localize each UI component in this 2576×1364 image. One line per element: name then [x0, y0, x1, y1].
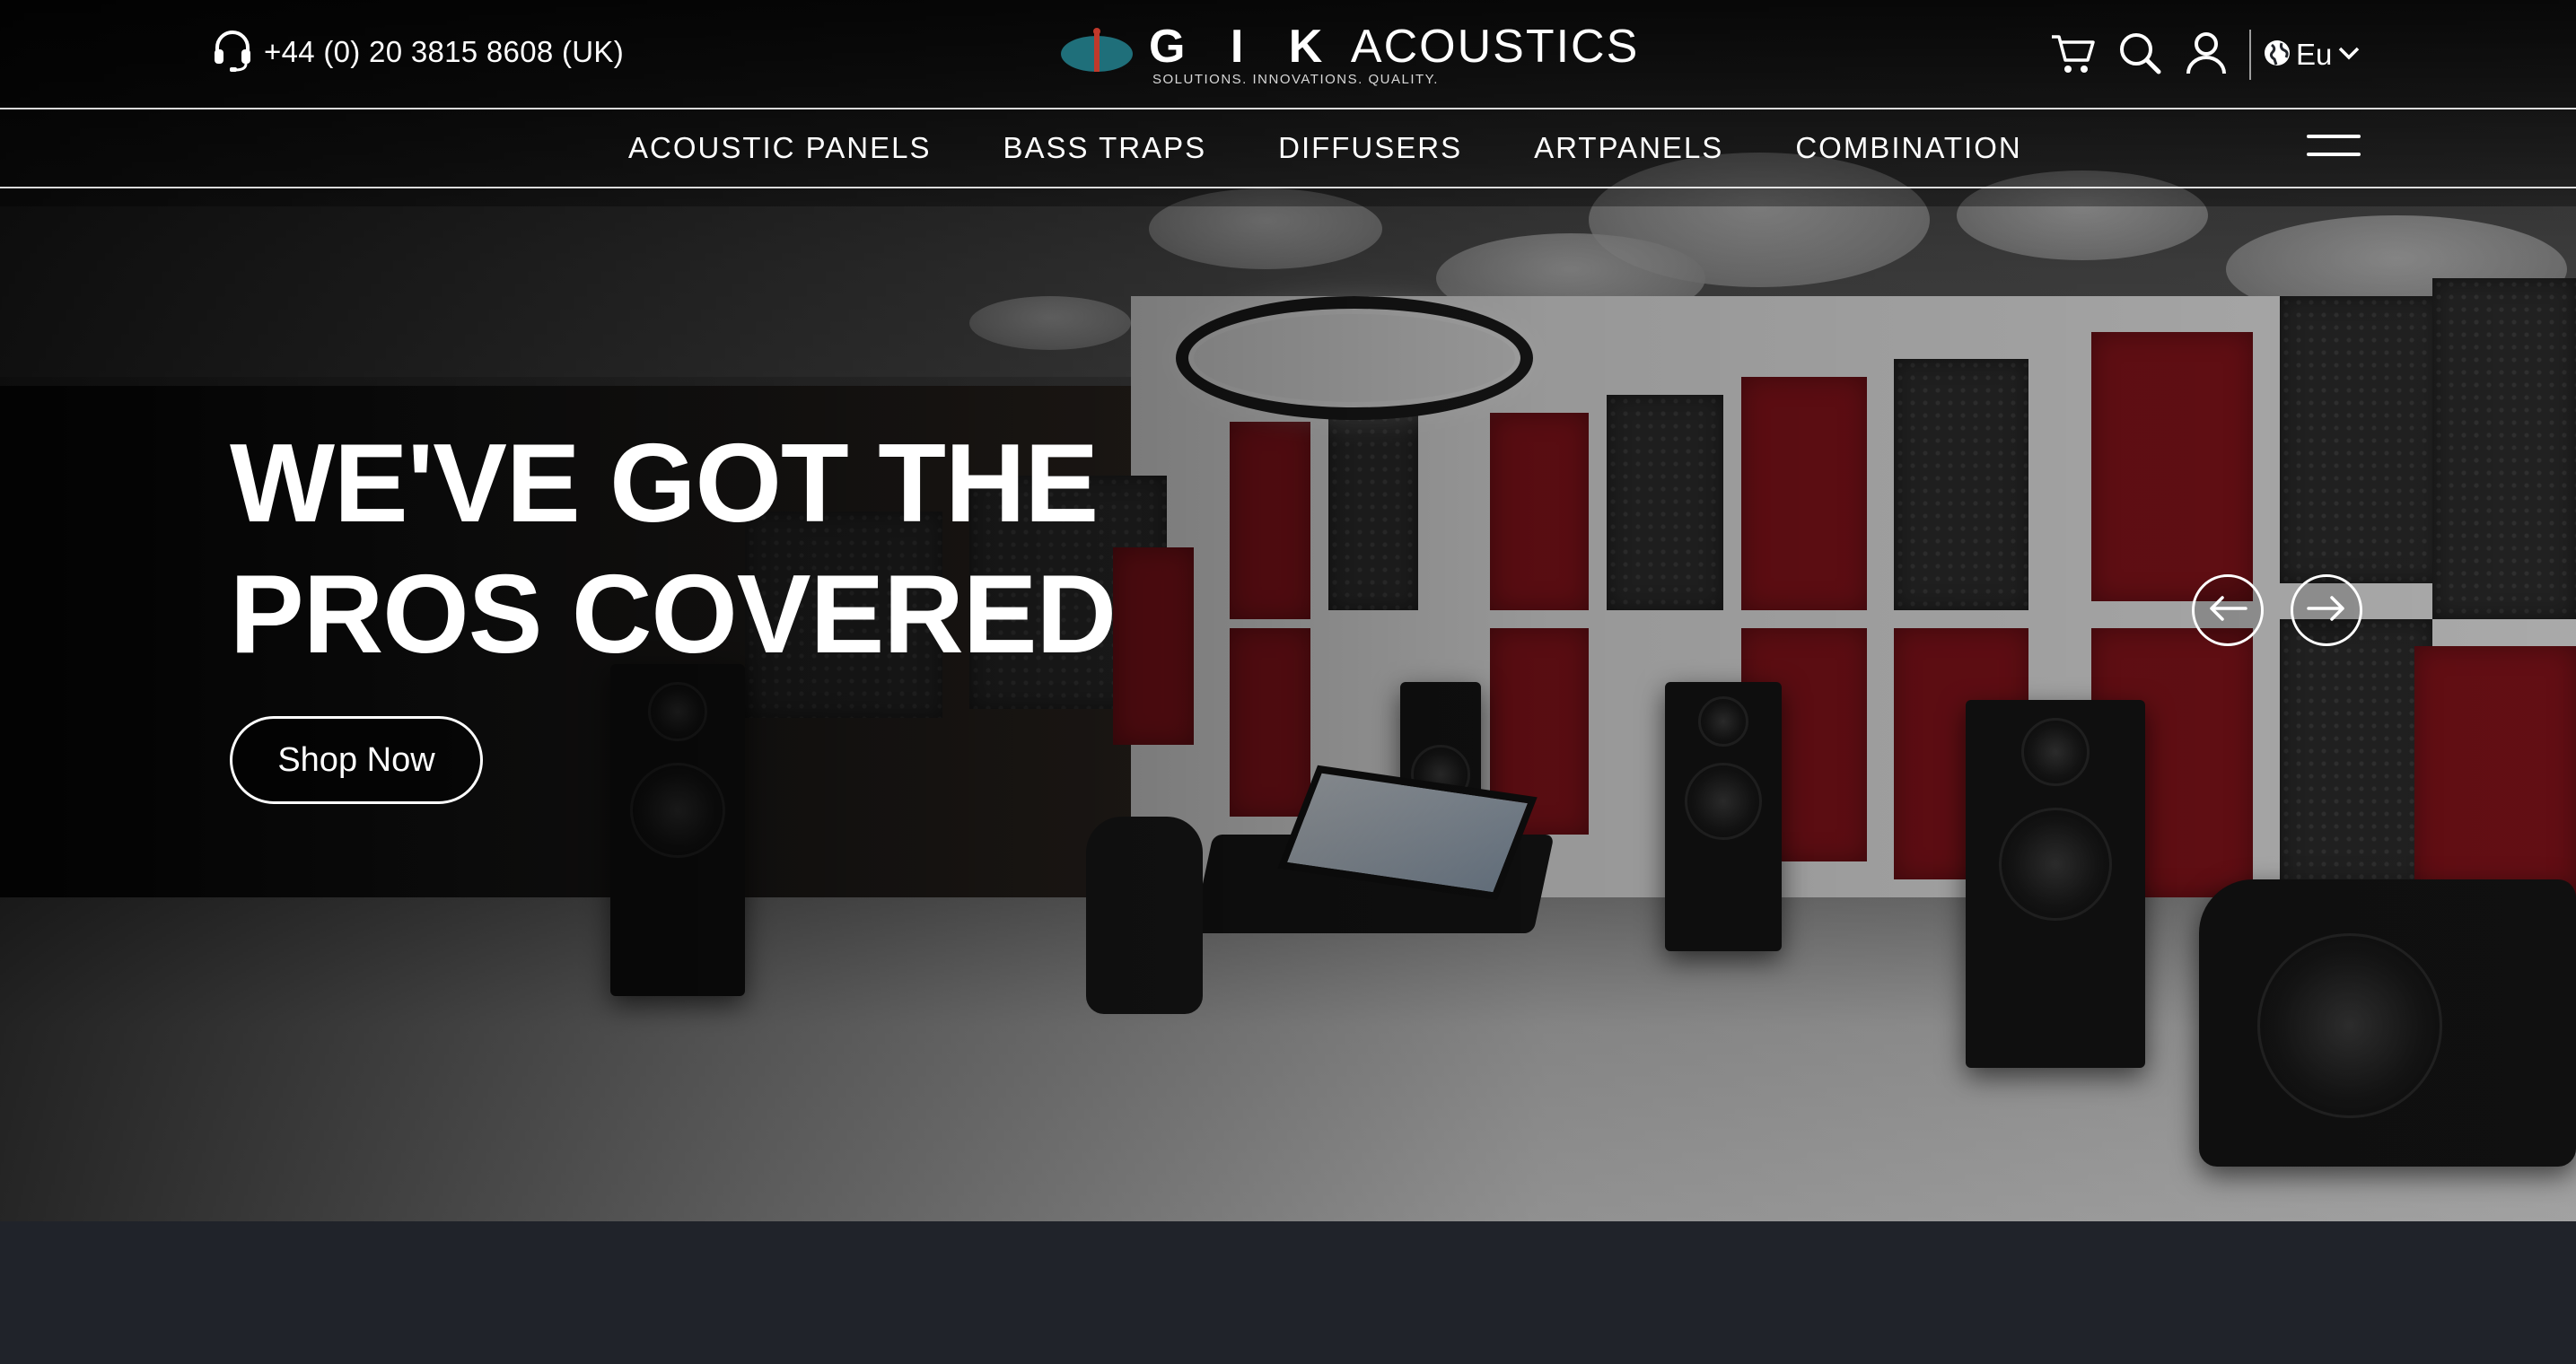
header-tools: Eu [2046, 23, 2361, 86]
hero-headline-line1: WE'VE GOT THE [230, 422, 1099, 546]
search-button[interactable] [2113, 28, 2167, 82]
page: +44 (0) 20 3815 8608 (UK) G I K ACOUSTIC… [0, 0, 2576, 1364]
hamburger-icon [2307, 153, 2361, 156]
slider-next-button[interactable] [2291, 574, 2362, 646]
main-nav: ACOUSTIC PANELS BASS TRAPS DIFFUSERS ART… [0, 109, 2576, 188]
globe-icon [2264, 39, 2291, 71]
search-icon [2117, 31, 2162, 80]
shop-now-button[interactable]: Shop Now [230, 716, 483, 804]
menu-button[interactable] [2307, 133, 2364, 163]
slider-prev-button[interactable] [2192, 574, 2264, 646]
user-icon [2185, 31, 2228, 80]
cart-icon [2050, 31, 2097, 79]
nav-list: ACOUSTIC PANELS BASS TRAPS DIFFUSERS ART… [628, 109, 2094, 187]
arrow-right-icon [2307, 595, 2346, 626]
page-band [0, 1221, 2576, 1364]
nav-item-artpanels[interactable]: ARTPANELS [1534, 131, 1723, 165]
hamburger-icon [2307, 135, 2361, 138]
region-label: Eu [2296, 38, 2333, 71]
hero-headline-line2: PROS COVERED [230, 553, 1117, 677]
cart-button[interactable] [2046, 28, 2100, 82]
nav-item-combination[interactable]: COMBINATION [1795, 131, 2021, 165]
nav-item-bass-traps[interactable]: BASS TRAPS [1003, 131, 1206, 165]
nav-item-acoustic-panels[interactable]: ACOUSTIC PANELS [628, 131, 931, 165]
logo-brand-bold: G I K [1149, 21, 1339, 73]
hero-headline: WE'VE GOT THE PROS COVERED [230, 418, 1117, 680]
arrow-left-icon [2208, 595, 2247, 626]
logo-brand-light: ACOUSTICS [1350, 21, 1640, 73]
logo-wordmark: G I K ACOUSTICS [1149, 20, 1639, 74]
top-bar: +44 (0) 20 3815 8608 (UK) G I K ACOUSTIC… [0, 0, 2576, 109]
phone-contact[interactable]: +44 (0) 20 3815 8608 (UK) [212, 25, 624, 79]
site-logo[interactable]: G I K ACOUSTICS SOLUTIONS. INNOVATIONS. … [1059, 18, 1637, 90]
logo-tagline: SOLUTIONS. INNOVATIONS. QUALITY. [1152, 72, 1439, 87]
chevron-down-icon [2337, 45, 2361, 66]
header-divider [2249, 30, 2251, 80]
logo-mark-icon [1059, 27, 1135, 80]
account-button[interactable] [2179, 28, 2233, 82]
headset-icon [212, 28, 253, 77]
nav-item-diffusers[interactable]: DIFFUSERS [1278, 131, 1462, 165]
region-selector[interactable]: Eu [2264, 38, 2361, 72]
phone-number[interactable]: +44 (0) 20 3815 8608 (UK) [264, 35, 624, 69]
